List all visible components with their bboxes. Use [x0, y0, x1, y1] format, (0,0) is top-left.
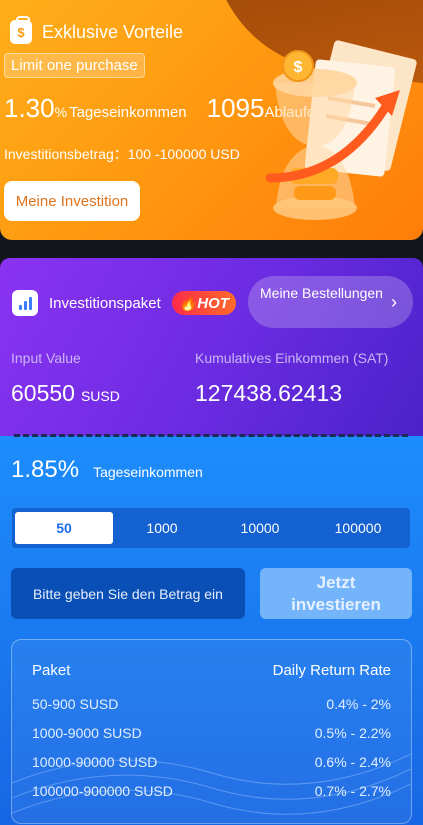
- amount-input[interactable]: Bitte geben Sie den Betrag ein: [11, 568, 245, 619]
- chart-bars-icon: [12, 290, 38, 316]
- row-package: 10000-90000 SUSD: [32, 754, 158, 770]
- invest-rate-row: 1.85% Tageseinkommen: [11, 456, 203, 484]
- limit-badge: Limit one purchase: [4, 53, 145, 78]
- table-header: Paket Daily Return Rate: [32, 662, 391, 679]
- table-row: 50-900 SUSD 0.4% - 2%: [32, 696, 391, 712]
- cumulative-income-label: Kumulatives Einkommen (SAT): [195, 350, 389, 366]
- cumulative-income-row: 127438.62413: [195, 380, 342, 407]
- money-bag-icon: [10, 16, 32, 44]
- header-rate: Daily Return Rate: [272, 662, 391, 679]
- package-title: Investitionspaket: [49, 294, 161, 312]
- package-header: Investitionspaket 🔥 HOT: [12, 290, 236, 316]
- cumulative-income-value: 127438.62413: [195, 380, 343, 406]
- chevron-right-icon: ›: [391, 292, 397, 312]
- invest-section: 1.85% Tageseinkommen 50 1000 10000 10000…: [0, 436, 423, 825]
- row-rate: 0.4% - 2%: [326, 696, 391, 712]
- return-rate-table: Paket Daily Return Rate 50-900 SUSD 0.4%…: [11, 639, 412, 824]
- row-rate: 0.5% - 2.2%: [314, 725, 391, 741]
- input-value-unit: SUSD: [80, 388, 120, 404]
- flame-icon: 🔥: [178, 295, 198, 312]
- amount-tabs: 50 1000 10000 100000: [12, 508, 410, 548]
- row-package: 1000-9000 SUSD: [32, 725, 142, 741]
- benefits-title: Exklusive Vorteile: [42, 21, 184, 42]
- amount-tab[interactable]: 1000: [113, 512, 211, 544]
- benefits-header: Exklusive Vorteile: [10, 16, 184, 44]
- daily-rate-value: 1.30: [4, 93, 55, 123]
- amount-tab[interactable]: 10000: [211, 512, 309, 544]
- my-orders-button[interactable]: Meine Bestellungen ›: [248, 276, 413, 328]
- row-package: 50-900 SUSD: [32, 696, 119, 712]
- daily-rate-unit: %: [54, 104, 68, 120]
- exclusive-benefits-card: Exklusive Vorteile Limit one purchase 1.…: [0, 0, 423, 240]
- hot-badge: 🔥 HOT: [171, 291, 236, 315]
- input-value-label: Input Value: [11, 350, 81, 366]
- daily-rate-label: Tageseinkommen: [69, 104, 187, 121]
- invest-rate-value: 1.85%: [11, 456, 80, 483]
- table-row: 10000-90000 SUSD 0.6% - 2.4%: [32, 754, 391, 770]
- input-value-row: 60550 SUSD: [11, 380, 120, 407]
- svg-text:$: $: [294, 59, 303, 76]
- my-orders-label: Meine Bestellungen: [260, 285, 383, 301]
- header-package: Paket: [32, 662, 71, 679]
- table-row: 100000-900000 SUSD 0.7% - 2.7%: [32, 783, 391, 799]
- hot-label: HOT: [197, 294, 229, 312]
- invest-now-button[interactable]: Jetzt investieren: [260, 568, 412, 619]
- table-row: 1000-9000 SUSD 0.5% - 2.2%: [32, 725, 391, 741]
- row-rate: 0.7% - 2.7%: [314, 783, 391, 799]
- row-package: 100000-900000 SUSD: [32, 783, 173, 799]
- investment-package-section: Investitionspaket 🔥 HOT Meine Bestellunge…: [0, 258, 423, 438]
- hourglass-coins-illustration: $: [265, 40, 417, 220]
- input-value: 60550: [11, 380, 75, 406]
- invest-rate-label: Tageseinkommen: [93, 464, 203, 480]
- amount-tab[interactable]: 50: [15, 512, 113, 544]
- row-rate: 0.6% - 2.4%: [314, 754, 391, 770]
- investment-amount-range: Investitionsbetrag：100 -100000 USD: [4, 146, 240, 162]
- my-investment-button[interactable]: Meine Investition: [4, 181, 140, 221]
- amount-tab[interactable]: 100000: [309, 512, 407, 544]
- dashed-divider: [14, 434, 408, 437]
